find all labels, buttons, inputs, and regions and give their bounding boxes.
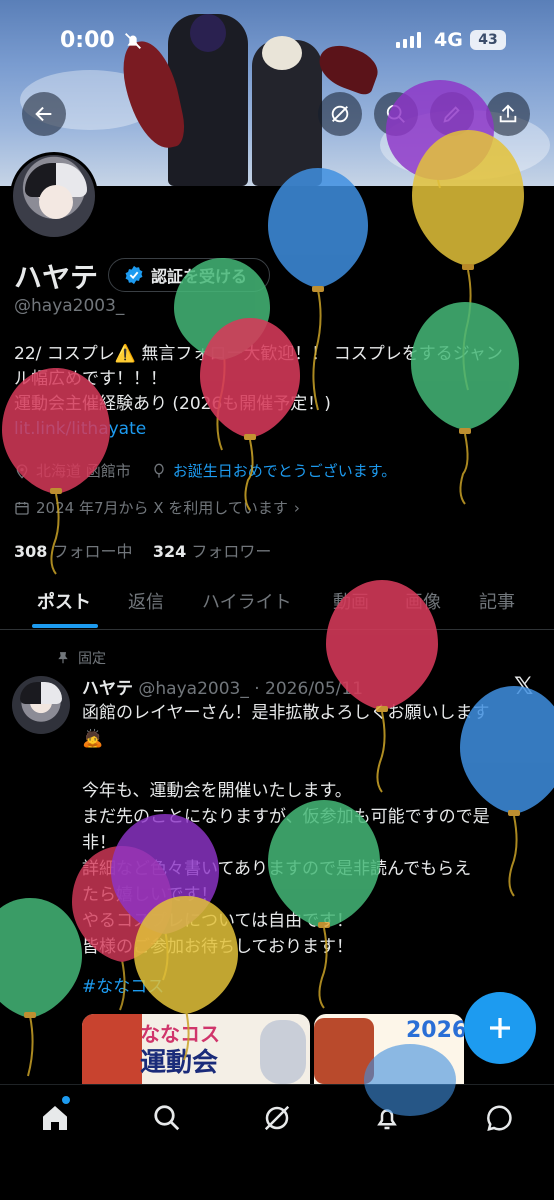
pin-icon [58,652,68,664]
following-label: フォロー中 [52,542,133,561]
post-line: 非！ [82,833,116,853]
post-text: 函館のレイヤーさん！是非拡散よろしくお願いします 🙇 今年も、運動会を開催いたし… [82,700,542,1000]
profile-handle: @haya2003_ [14,296,125,316]
nav-notifications[interactable] [370,1101,404,1135]
back-arrow-icon [35,106,52,122]
balloon-icon [154,463,164,478]
bio-line: 運動会主催経験あり (2026も開催予定！) [14,394,331,414]
profile-birthday[interactable]: お誕生日おめでとうございます。 [173,460,397,481]
profile-joined: 2024 年7月から X を利用しています [36,499,288,517]
image1-subtitle: 運動会 [140,1048,219,1078]
message-icon [487,1105,512,1131]
nav-messages[interactable] [482,1101,516,1135]
bio-line: 22/ コスプレ⚠️ 無言フォロー大歓迎！！ コスプレをするジャン [14,344,503,364]
post-line: 今年も、運動会を開催いたします。 [82,781,352,801]
compose-button[interactable] [464,992,536,1064]
active-tab-indicator [32,624,98,628]
post-hashtag[interactable]: #ななコス [82,974,542,1000]
home-icon [43,1106,67,1130]
back-button[interactable] [22,92,66,136]
image-character-art [82,1014,142,1084]
avatar-face [39,185,73,219]
grok-icon [264,1105,290,1131]
search-icon [386,104,405,123]
share-button[interactable] [486,92,530,136]
nav-grok[interactable] [260,1101,294,1135]
post-line: 皆様のご参加お待ちしております！ [82,937,353,957]
post-header: ハヤテ @haya2003_ · 2026/05/11 [82,674,363,699]
pinned-indicator: 固定 [56,648,106,668]
followers-link[interactable]: 324 フォロワー [153,542,272,561]
share-icon [499,104,517,123]
post-avatar[interactable] [12,676,70,734]
search-icon [154,1105,180,1131]
post-line: 詳細など色々書いてありますので是非読んでもらえ [82,859,472,879]
image-character-art [314,1018,374,1084]
post-line: やるコスプレについては自由です！ [82,911,354,931]
tab-articles[interactable]: 記事 [479,588,515,614]
post-author[interactable]: ハヤテ [82,679,133,699]
nav-search[interactable] [150,1101,184,1135]
following-link[interactable]: 308 フォロー中 [14,542,133,561]
follow-stats: 308 フォロー中 324 フォロワー [14,538,271,562]
edit-button[interactable] [430,92,474,136]
home-unread-dot [62,1096,70,1104]
avatar-hair [20,682,62,704]
profile-avatar[interactable] [10,152,98,240]
image-character-art [260,1020,306,1084]
x-logo-icon: 𝕏 [514,672,534,700]
get-verified-label: 認証を受ける [151,267,248,286]
post-image-2[interactable]: 2026 [314,1014,464,1084]
tab-media[interactable]: 画像 [405,588,441,614]
tab-highlights[interactable]: ハイライト [202,588,292,614]
bio-line: ル幅広めです！！！ [14,369,167,389]
grok-button[interactable] [318,92,362,136]
profile-tabs: ポスト 返信 ハイライト 動画 画像 記事 [0,574,554,630]
verified-badge-icon [125,265,143,285]
profile-name: ハヤテ [14,261,99,294]
signal-icon [396,32,421,48]
post-line: まだ先のことになりますが、仮参加も可能ですので是 [82,807,490,827]
plus-icon [490,1018,510,1038]
tab-videos[interactable]: 動画 [333,588,369,614]
status-time: 0:00 [60,28,115,53]
following-count: 308 [14,542,48,561]
grok-icon [331,105,349,123]
search-button[interactable] [374,92,418,136]
balloon-decoration [0,898,82,1077]
profile-bio: 22/ コスプレ⚠️ 無言フォロー大歓迎！！ コスプレをするジャン ル幅広めです… [14,342,544,442]
location-icon [16,463,28,479]
post-meta: @haya2003_ · 2026/05/11 [138,679,364,699]
status-bar: 0:00 4G 43 [0,0,554,80]
tab-posts[interactable]: ポスト [37,588,91,614]
post-image-1[interactable]: ななコス 運動会 [82,1014,310,1084]
edit-icon [443,106,460,123]
network-type: 4G [434,29,463,51]
bio-link[interactable]: lit.link/lithayate [14,417,544,442]
profile-location: 北海道 函館市 [36,462,131,480]
calendar-icon [15,501,29,515]
post-line: 函館のレイヤーさん！是非拡散よろしくお願いします [82,703,490,723]
chevron-right-icon: › [293,498,300,517]
profile-meta-row: 北海道 函館市 お誕生日おめでとうございます。 [14,460,396,481]
profile-joined-row[interactable]: 2024 年7月から X を利用しています › [14,497,300,518]
bell-icon [377,1109,397,1130]
mute-bell-icon [125,33,141,49]
image2-year: 2026 [406,1018,464,1043]
post-line: たら嬉しいです！ [82,885,218,905]
pinned-label: 固定 [78,651,106,667]
nav-home[interactable] [38,1101,72,1135]
get-verified-button[interactable]: 認証を受ける [108,258,270,292]
bottom-navigation [0,1084,554,1200]
followers-label: フォロワー [191,542,272,561]
post-line: 🙇 [82,729,104,749]
tab-replies[interactable]: 返信 [128,588,164,614]
battery-level: 43 [470,30,506,50]
followers-count: 324 [152,542,187,561]
